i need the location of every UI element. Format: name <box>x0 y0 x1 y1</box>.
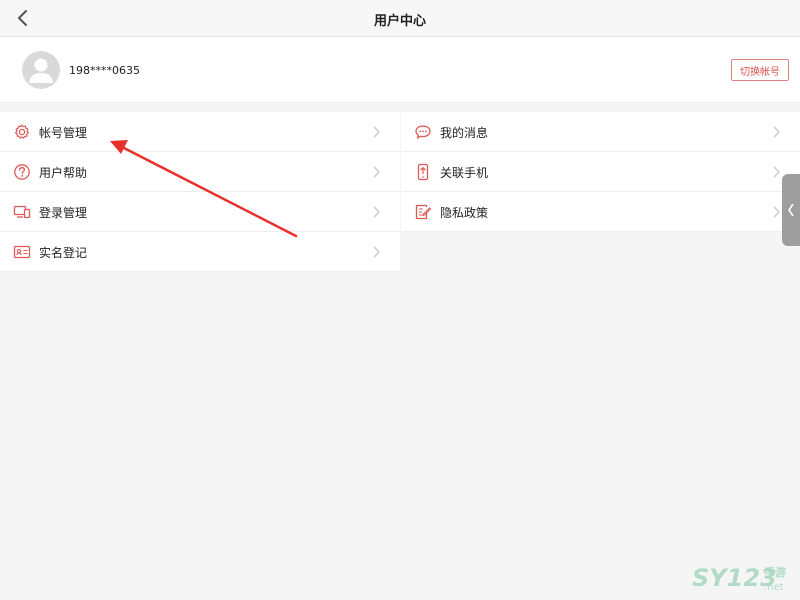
page-title: 用户中心 <box>373 14 426 29</box>
account-phone: 198****0635 <box>69 64 140 77</box>
menu-item-label: 帐号管理 <box>39 126 88 140</box>
chevron-right-icon <box>773 206 780 218</box>
svg-text:.net: .net <box>764 582 784 593</box>
account-card: 198****0635 切换帐号 <box>0 37 800 103</box>
menu-item-real-name-registration[interactable]: 实名登记 <box>0 232 400 272</box>
menu-item-label: 隐私政策 <box>440 206 489 220</box>
avatar[interactable] <box>22 51 60 89</box>
chevron-right-icon <box>373 126 380 138</box>
user-icon <box>29 58 53 83</box>
chevron-right-icon <box>773 126 780 138</box>
help-circle-icon <box>14 164 30 180</box>
menu-item-my-messages[interactable]: 我的消息 <box>401 112 800 152</box>
switch-account-button[interactable]: 切换帐号 <box>731 59 789 81</box>
menu-item-login-management[interactable]: 登录管理 <box>0 192 400 232</box>
chevron-right-icon <box>373 206 380 218</box>
menu-item-account-management[interactable]: 帐号管理 <box>0 112 400 152</box>
top-bar: 用户中心 <box>0 0 800 37</box>
menu-left: 帐号管理 用户帮助 登录管理 实名登记 <box>0 112 400 272</box>
policy-edit-icon <box>415 204 432 220</box>
menu-item-label: 关联手机 <box>440 166 489 180</box>
menu-item-label: 实名登记 <box>39 246 88 260</box>
id-card-icon <box>13 245 31 259</box>
phone-link-icon <box>417 163 429 181</box>
devices-icon <box>13 205 31 219</box>
menu-item-label: 我的消息 <box>440 126 489 140</box>
svg-text:手游: 手游 <box>764 565 786 579</box>
chevron-right-icon <box>373 166 380 178</box>
watermark-logo: SY123 手游 .net <box>692 564 786 593</box>
menu-item-user-help[interactable]: 用户帮助 <box>0 152 400 192</box>
menu-item-linked-phone[interactable]: 关联手机 <box>401 152 800 192</box>
chevron-left-icon <box>788 203 794 217</box>
menu-item-label: 用户帮助 <box>39 166 88 180</box>
chat-bubble-icon <box>415 125 431 139</box>
chevron-right-icon <box>373 246 380 258</box>
menu-item-privacy-policy[interactable]: 隐私政策 <box>401 192 800 232</box>
side-drawer-handle[interactable] <box>782 174 800 246</box>
menu-right: 我的消息 关联手机 隐私政策 <box>401 112 800 232</box>
menu-item-label: 登录管理 <box>39 206 88 220</box>
gear-icon <box>15 124 29 139</box>
chevron-right-icon <box>773 166 780 178</box>
